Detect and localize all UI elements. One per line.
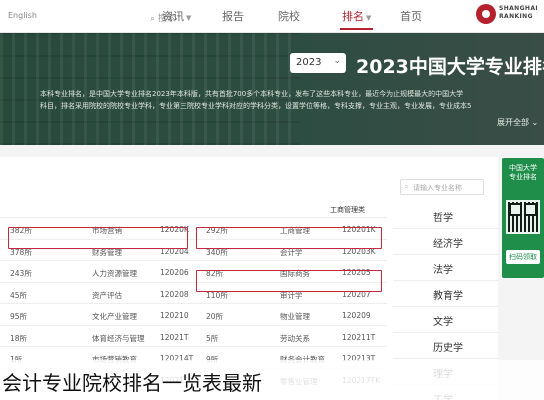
cell-count: 243所 — [10, 269, 32, 278]
qr-widget-title: 中国大学专业排名 — [509, 164, 537, 181]
table-header-group: 工商管理类 — [330, 206, 365, 214]
chevron-down-icon: ⌄ — [333, 56, 341, 66]
search-icon: ⌕ — [150, 14, 158, 24]
cell-count: 18所 — [10, 333, 28, 343]
logo-line-1: SHANGHAI — [499, 5, 539, 12]
logo-line-2: RANKING — [499, 13, 533, 20]
category-item[interactable]: 教育学 — [393, 281, 498, 307]
page-title: 2023中国大学专业排名 — [356, 56, 544, 78]
qr-code-widget[interactable]: 中国大学专业排名 扫码领取 — [502, 158, 544, 278]
major-search-input[interactable]: ⌕ 请输入专业名称 — [400, 179, 484, 195]
table-row[interactable]: 18所 体育经济与管理 12021T 5所 劳动关系 120211T — [0, 324, 387, 347]
logo-text[interactable]: SHANGHAI RANKING — [499, 5, 538, 21]
cell-code: 120210 — [160, 311, 189, 320]
caption-bar: 会计专业院校排名一览表最新 — [0, 360, 544, 400]
table-row[interactable]: 95所 文化产业管理 120210 20所 物业管理 120209 — [0, 303, 387, 325]
cell-code: 120209 — [342, 311, 371, 320]
language-switch[interactable]: English — [8, 11, 37, 20]
cell-code: 120208 — [160, 289, 189, 299]
highlight-box — [8, 227, 188, 249]
caption-text: 会计专业院校排名一览表最新 — [2, 371, 262, 395]
year-select[interactable]: 2023 ⌄ — [290, 53, 346, 73]
category-item[interactable]: 法学 — [393, 255, 498, 281]
nav-item-rankings[interactable]: 排名 ▼ — [339, 8, 374, 30]
ranking-banner: 2023 ⌄ 2023中国大学专业排名 本科专业排名，是中国大学专业排名2023… — [0, 33, 544, 145]
banner-description: 本科专业排名，是中国大学专业排名2023年本科版，共有首批700多个本科专业，发… — [40, 88, 544, 112]
qr-code-image — [506, 200, 540, 234]
banner-desc-line-1: 本科专业排名，是中国大学专业排名2023年本科版，共有首批700多个本科专业，发… — [40, 90, 464, 98]
search-icon: ⌕ — [404, 182, 409, 191]
nav-item-reports-label: 报告 — [222, 10, 244, 23]
cell-name: 体育经济与管理 — [92, 333, 145, 343]
major-search-placeholder: 请输入专业名称 — [413, 184, 462, 192]
category-item[interactable]: 哲学 — [393, 203, 498, 229]
cell-count: 45所 — [10, 290, 28, 300]
nav-item-universities-label: 院校 — [278, 10, 300, 23]
highlight-box — [196, 270, 382, 292]
expand-all-link[interactable]: 展开全部 ⌄ — [497, 117, 538, 128]
nav-item-rankings-label: 排名 — [342, 10, 364, 23]
top-navigation: English ⌕ 搜索 资讯 ▼ 报告 院校 排名 ▼ 首页 SHANGHAI RA… — [0, 0, 544, 33]
banner-desc-line-2: 科目，排名采用院校的院校专业学科，专业第三院校专业学科对应的学科分类，设置学位等… — [40, 102, 472, 110]
cell-count: 95所 — [10, 312, 28, 321]
cell-count: 20所 — [206, 312, 224, 321]
cell-name: 资产评估 — [92, 290, 122, 300]
category-item[interactable]: 文学 — [393, 307, 498, 333]
nav-item-universities[interactable]: 院校 — [278, 8, 300, 24]
shanghai-ranking-logo-icon[interactable] — [476, 4, 496, 24]
table-header: 工商管理类 — [0, 203, 387, 215]
highlight-box — [196, 227, 382, 249]
nav-item-reports[interactable]: 报告 — [222, 8, 244, 24]
cell-code: 120206 — [160, 268, 189, 277]
cell-count: 5所 — [206, 333, 219, 343]
category-item[interactable]: 历史学 — [393, 333, 498, 359]
category-item[interactable]: 经济学 — [393, 229, 498, 255]
qr-claim-button[interactable]: 扫码领取 — [506, 250, 540, 264]
chevron-down-icon: ▼ — [366, 14, 372, 22]
cell-name: 劳动关系 — [280, 333, 310, 343]
expand-all-label: 展开全部 — [497, 118, 529, 127]
chevron-down-icon: ⌄ — [531, 118, 539, 127]
cell-code: 120211T — [342, 332, 376, 342]
nav-item-news[interactable]: 资讯 ▼ — [162, 8, 191, 24]
cell-name: 人力资源管理 — [92, 269, 137, 278]
cell-code: 12021T — [160, 332, 189, 342]
chevron-down-icon: ▼ — [186, 14, 192, 22]
nav-item-news-label: 资讯 — [162, 10, 184, 23]
year-select-value: 2023 — [296, 57, 322, 68]
nav-item-home-label: 首页 — [400, 10, 422, 23]
cell-name: 文化产业管理 — [92, 312, 137, 321]
nav-item-home[interactable]: 首页 — [400, 8, 422, 24]
cell-name: 物业管理 — [280, 312, 310, 321]
